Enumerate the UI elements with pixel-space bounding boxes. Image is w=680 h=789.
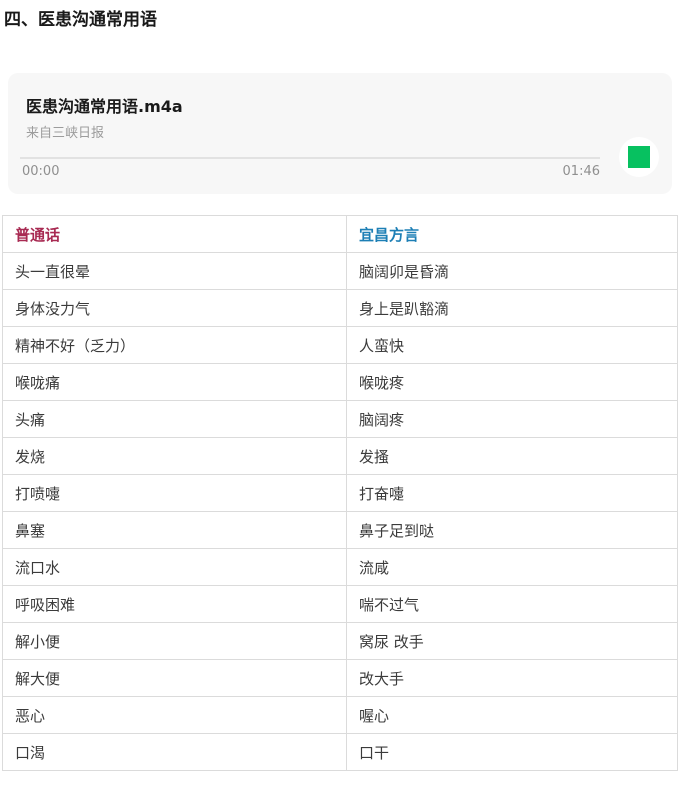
audio-player-card: 医患沟通常用语.m4a 来自三峡日报 00:00 01:46 bbox=[8, 73, 672, 194]
table-row: 恶心喔心 bbox=[3, 697, 678, 734]
cell-mandarin: 解大便 bbox=[3, 660, 347, 697]
table-row: 发烧发搔 bbox=[3, 438, 678, 475]
table-row: 精神不好（乏力）人蛮快 bbox=[3, 327, 678, 364]
table-row: 流口水流咸 bbox=[3, 549, 678, 586]
cell-dialect: 流咸 bbox=[347, 549, 678, 586]
table-row: 口渴口干 bbox=[3, 734, 678, 771]
table-row: 身体没力气身上是趴豁滴 bbox=[3, 290, 678, 327]
cell-dialect: 喉咙疼 bbox=[347, 364, 678, 401]
phrase-table-body: 头一直很晕脑阔卯是昏滴身体没力气身上是趴豁滴精神不好（乏力）人蛮快喉咙痛喉咙疼头… bbox=[3, 253, 678, 771]
table-row: 头一直很晕脑阔卯是昏滴 bbox=[3, 253, 678, 290]
cell-mandarin: 身体没力气 bbox=[3, 290, 347, 327]
cell-dialect: 脑阔疼 bbox=[347, 401, 678, 438]
table-row: 解小便窝尿 改手 bbox=[3, 623, 678, 660]
audio-title: 医患沟通常用语.m4a bbox=[26, 93, 183, 117]
article-page: 四、医患沟通常用语 医患沟通常用语.m4a 来自三峡日报 00:00 01:46… bbox=[0, 0, 680, 789]
cell-mandarin: 鼻塞 bbox=[3, 512, 347, 549]
cell-mandarin: 流口水 bbox=[3, 549, 347, 586]
cell-mandarin: 打喷嚏 bbox=[3, 475, 347, 512]
cell-dialect: 打奋嚏 bbox=[347, 475, 678, 512]
table-header-mandarin: 普通话 bbox=[3, 216, 347, 253]
cell-dialect: 喔心 bbox=[347, 697, 678, 734]
stop-icon bbox=[628, 146, 650, 168]
cell-dialect: 鼻子足到哒 bbox=[347, 512, 678, 549]
table-row: 呼吸困难喘不过气 bbox=[3, 586, 678, 623]
section-heading: 四、医患沟通常用语 bbox=[0, 0, 680, 31]
cell-dialect: 口干 bbox=[347, 734, 678, 771]
audio-source: 来自三峡日报 bbox=[26, 122, 104, 141]
cell-mandarin: 发烧 bbox=[3, 438, 347, 475]
cell-dialect: 人蛮快 bbox=[347, 327, 678, 364]
cell-dialect: 改大手 bbox=[347, 660, 678, 697]
table-row: 解大便改大手 bbox=[3, 660, 678, 697]
cell-dialect: 身上是趴豁滴 bbox=[347, 290, 678, 327]
cell-mandarin: 喉咙痛 bbox=[3, 364, 347, 401]
cell-mandarin: 恶心 bbox=[3, 697, 347, 734]
audio-progress-bar[interactable] bbox=[20, 157, 600, 159]
cell-dialect: 发搔 bbox=[347, 438, 678, 475]
table-row: 头痛脑阔疼 bbox=[3, 401, 678, 438]
table-header-dialect: 宜昌方言 bbox=[347, 216, 678, 253]
table-row: 打喷嚏打奋嚏 bbox=[3, 475, 678, 512]
cell-dialect: 脑阔卯是昏滴 bbox=[347, 253, 678, 290]
cell-mandarin: 呼吸困难 bbox=[3, 586, 347, 623]
cell-dialect: 喘不过气 bbox=[347, 586, 678, 623]
table-row: 喉咙痛喉咙疼 bbox=[3, 364, 678, 401]
cell-mandarin: 解小便 bbox=[3, 623, 347, 660]
cell-mandarin: 头痛 bbox=[3, 401, 347, 438]
table-header-row: 普通话 宜昌方言 bbox=[3, 216, 678, 253]
table-row: 鼻塞鼻子足到哒 bbox=[3, 512, 678, 549]
phrase-table: 普通话 宜昌方言 头一直很晕脑阔卯是昏滴身体没力气身上是趴豁滴精神不好（乏力）人… bbox=[2, 215, 678, 771]
cell-dialect: 窝尿 改手 bbox=[347, 623, 678, 660]
audio-current-time: 00:00 bbox=[22, 164, 59, 179]
cell-mandarin: 口渴 bbox=[3, 734, 347, 771]
cell-mandarin: 精神不好（乏力） bbox=[3, 327, 347, 364]
audio-duration: 01:46 bbox=[563, 164, 600, 179]
audio-stop-button[interactable] bbox=[619, 137, 659, 177]
cell-mandarin: 头一直很晕 bbox=[3, 253, 347, 290]
